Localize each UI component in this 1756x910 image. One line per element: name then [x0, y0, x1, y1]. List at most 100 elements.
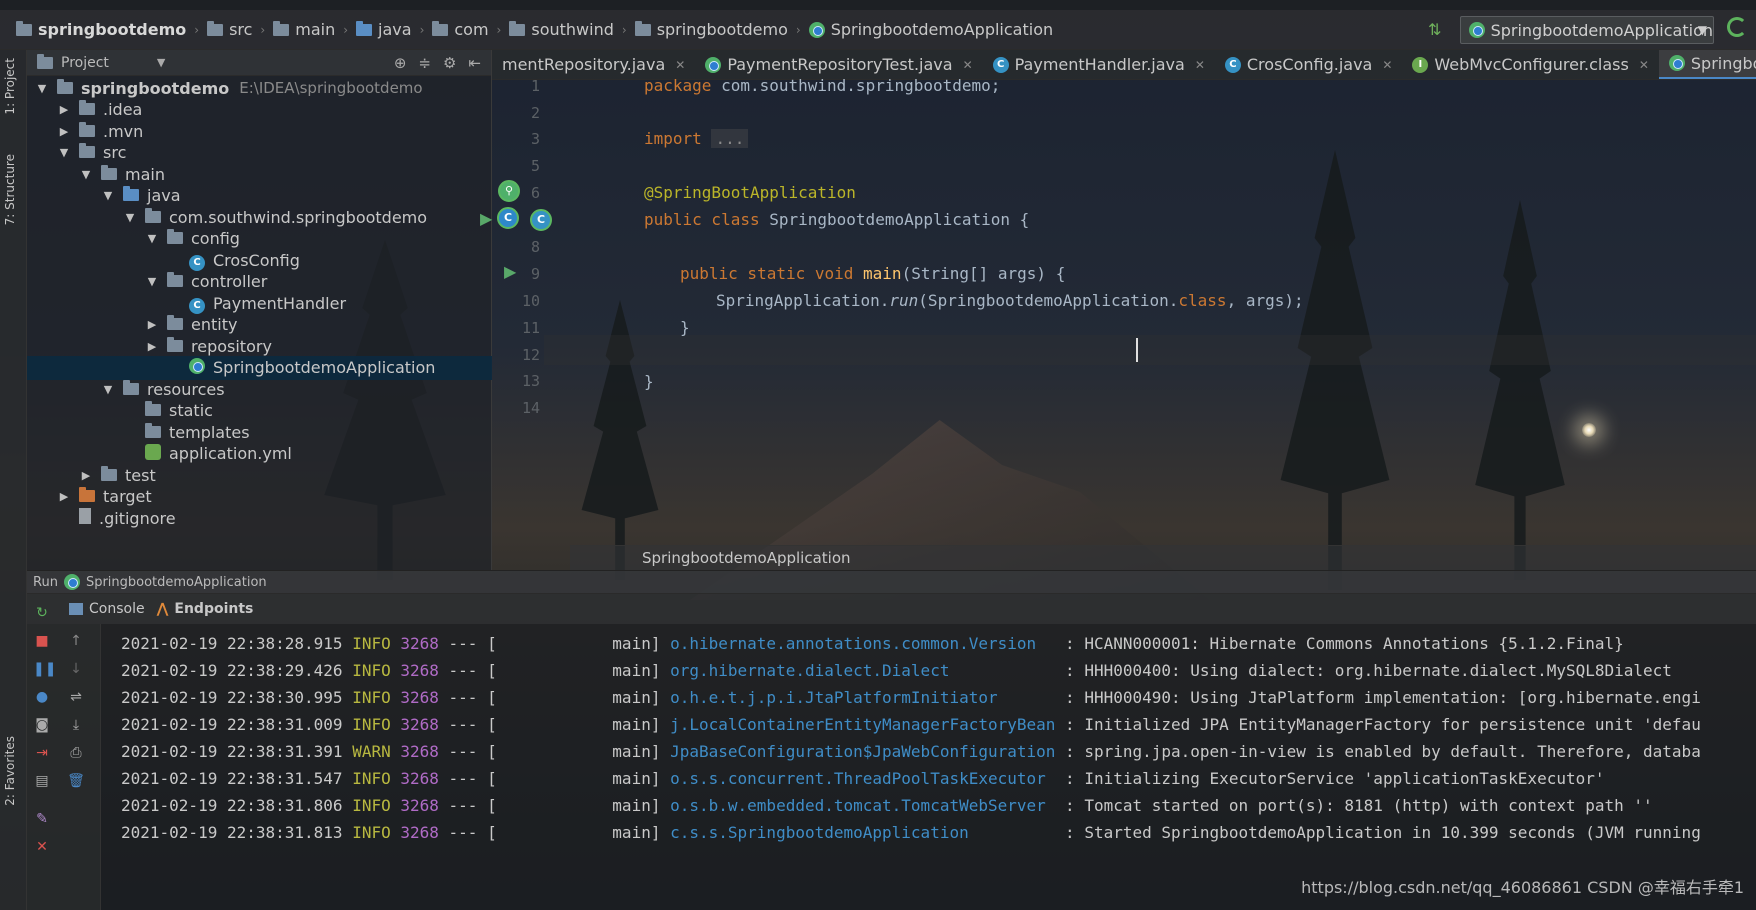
- trash-icon[interactable]: 🗑: [67, 772, 85, 790]
- expand-arrow-icon[interactable]: ▼: [57, 146, 71, 159]
- arrow-up-icon[interactable]: ↑: [67, 632, 85, 650]
- tab-endpoints[interactable]: ⋀ Endpoints: [157, 601, 254, 617]
- tree-item[interactable]: templates: [27, 420, 492, 444]
- close-icon[interactable]: ✕: [1382, 58, 1392, 72]
- nav-crumb-class[interactable]: SpringbootdemoApplication: [805, 20, 1057, 39]
- tab-structure-tool[interactable]: 7: Structure: [3, 154, 17, 225]
- collapse-arrow-icon[interactable]: ▶: [57, 103, 71, 116]
- project-panel-title[interactable]: Project: [61, 55, 109, 71]
- nav-crumb-main[interactable]: main: [269, 20, 339, 39]
- log-logger[interactable]: o.s.b.w.embedded.tomcat.TomcatWebServer: [660, 796, 1055, 815]
- tree-item[interactable]: C PaymentHandler: [27, 291, 492, 315]
- pin-icon[interactable]: ✎: [33, 810, 51, 828]
- nav-crumb-java[interactable]: java: [352, 20, 416, 39]
- expand-arrow-icon[interactable]: ▼: [123, 211, 137, 224]
- log-logger[interactable]: JpaBaseConfiguration$JpaWebConfiguration: [660, 742, 1055, 761]
- tab-console[interactable]: Console: [69, 601, 145, 617]
- stop-icon[interactable]: ■: [33, 632, 51, 650]
- expand-arrow-icon[interactable]: ▼: [101, 383, 115, 396]
- arrow-down-icon[interactable]: ↓: [67, 660, 85, 678]
- close-icon[interactable]: ✕: [1195, 58, 1205, 72]
- tab-springbootdemo-application[interactable]: SpringbootdemoApplic: [1658, 50, 1756, 79]
- tree-item[interactable]: ▼ src: [27, 141, 492, 165]
- folded-imports[interactable]: ...: [711, 129, 749, 148]
- nav-crumb-southwind[interactable]: southwind: [505, 20, 618, 39]
- log-logger[interactable]: o.s.s.concurrent.ThreadPoolTaskExecutor: [660, 769, 1055, 788]
- expand-arrow-icon[interactable]: ▼: [35, 82, 49, 95]
- tree-item[interactable]: ▶ .mvn: [27, 119, 492, 143]
- run-config-name[interactable]: SpringbootdemoApplication: [86, 575, 267, 590]
- tree-item[interactable]: application.yml: [27, 442, 492, 466]
- build-icon[interactable]: ⇅: [1428, 20, 1441, 39]
- print-icon[interactable]: ⎙: [67, 744, 85, 762]
- log-logger[interactable]: org.hibernate.dialect.Dialect: [660, 661, 1055, 680]
- run-config-select[interactable]: SpringbootdemoApplication ▼: [1460, 16, 1714, 44]
- layout-icon[interactable]: ▤: [33, 772, 51, 790]
- collapse-arrow-icon[interactable]: ▶: [79, 469, 93, 482]
- hide-panel-icon[interactable]: ⇤: [468, 54, 481, 72]
- tree-item[interactable]: ▶ .idea: [27, 98, 492, 122]
- close-icon[interactable]: ✕: [1639, 58, 1649, 72]
- run-gutter-icon[interactable]: ▶: [504, 262, 516, 281]
- tree-item[interactable]: ▼ com.southwind.springbootdemo: [27, 205, 492, 229]
- collapse-arrow-icon[interactable]: ▶: [145, 340, 159, 353]
- close-icon[interactable]: ✕: [33, 838, 51, 856]
- rerun-icon[interactable]: ↻: [33, 604, 51, 622]
- expand-arrow-icon[interactable]: ▼: [145, 232, 159, 245]
- tree-item[interactable]: SpringbootdemoApplication: [27, 355, 492, 380]
- collapse-all-icon[interactable]: ≑: [418, 54, 431, 72]
- collapse-arrow-icon[interactable]: ▶: [57, 125, 71, 138]
- class-gutter-icon[interactable]: C: [497, 207, 519, 229]
- close-icon[interactable]: ✕: [963, 58, 973, 72]
- console-output[interactable]: 2021-02-19 22:38:28.915 INFO 3268 --- [ …: [101, 624, 1756, 910]
- spring-bean-icon[interactable]: ⚲: [498, 180, 520, 202]
- collapse-arrow-icon[interactable]: ▶: [145, 318, 159, 331]
- tree-item-label: repository: [191, 336, 272, 356]
- chevron-down-icon[interactable]: ▼: [157, 56, 165, 69]
- tree-item[interactable]: ▶ repository: [27, 334, 492, 358]
- close-icon[interactable]: ✕: [675, 58, 685, 72]
- expand-arrow-icon[interactable]: ▼: [79, 168, 93, 181]
- tree-item[interactable]: .gitignore: [27, 506, 492, 530]
- gear-icon[interactable]: ⚙: [443, 54, 456, 72]
- tree-item[interactable]: ▼ java: [27, 184, 492, 208]
- spring-bean-icon[interactable]: C: [530, 209, 552, 231]
- tree-item[interactable]: ▶ test: [27, 463, 492, 487]
- nav-crumb-project[interactable]: springbootdemo: [12, 20, 190, 39]
- tab-web-mvc-configurer[interactable]: I WebMvcConfigurer.class ✕: [1402, 50, 1658, 79]
- code-editor[interactable]: 1 2 3 5 6 7 8 9 10 11 12 13 14 ⚲ ▶ C C ▶…: [480, 76, 1756, 545]
- exit-icon[interactable]: ⇥: [33, 744, 51, 762]
- tab-cros-config[interactable]: C CrosConfig.java ✕: [1215, 50, 1403, 79]
- tree-item[interactable]: ▶ target: [27, 485, 492, 509]
- tree-item[interactable]: ▼ springbootdemo E:\IDEA\springbootdemo: [27, 76, 492, 100]
- tree-item[interactable]: ▼ config: [27, 227, 492, 251]
- log-logger[interactable]: o.hibernate.annotations.common.Version: [660, 634, 1055, 653]
- tree-item[interactable]: ▼ main: [27, 162, 492, 186]
- log-logger[interactable]: o.h.e.t.j.p.i.JtaPlatformInitiator: [660, 688, 1055, 707]
- expand-arrow-icon[interactable]: ▼: [101, 189, 115, 202]
- tree-item[interactable]: static: [27, 399, 492, 423]
- scroll-to-end-icon[interactable]: ⤓: [67, 716, 85, 734]
- camera-icon[interactable]: ◙: [33, 716, 51, 734]
- tab-project-tool[interactable]: 1: Project: [3, 58, 17, 115]
- globe-icon[interactable]: ●: [33, 688, 51, 706]
- tree-item[interactable]: C CrosConfig: [27, 248, 492, 272]
- collapse-arrow-icon[interactable]: ▶: [57, 490, 71, 503]
- locate-icon[interactable]: ⊕: [394, 54, 407, 72]
- run-gutter-icon[interactable]: ▶: [480, 209, 492, 228]
- tab-favorites-tool[interactable]: 2: Favorites: [3, 736, 17, 806]
- tree-item[interactable]: ▼ controller: [27, 270, 492, 294]
- pause-icon[interactable]: ❚❚: [33, 660, 56, 678]
- rerun-icon[interactable]: [1727, 17, 1747, 37]
- nav-crumb-springbootdemo[interactable]: springbootdemo: [631, 20, 792, 39]
- expand-arrow-icon[interactable]: ▼: [145, 275, 159, 288]
- editor-breadcrumb[interactable]: SpringbootdemoApplication: [570, 545, 1756, 570]
- tab-payment-handler[interactable]: C PaymentHandler.java ✕: [983, 50, 1215, 79]
- nav-crumb-src[interactable]: src: [203, 20, 256, 39]
- tree-item[interactable]: ▼ resources: [27, 377, 492, 401]
- log-logger[interactable]: j.LocalContainerEntityManagerFactoryBean: [660, 715, 1055, 734]
- soft-wrap-icon[interactable]: ⇌: [67, 688, 85, 706]
- nav-crumb-com[interactable]: com: [428, 20, 492, 39]
- log-logger[interactable]: c.s.s.SpringbootdemoApplication: [660, 823, 1055, 842]
- tree-item[interactable]: ▶ entity: [27, 313, 492, 337]
